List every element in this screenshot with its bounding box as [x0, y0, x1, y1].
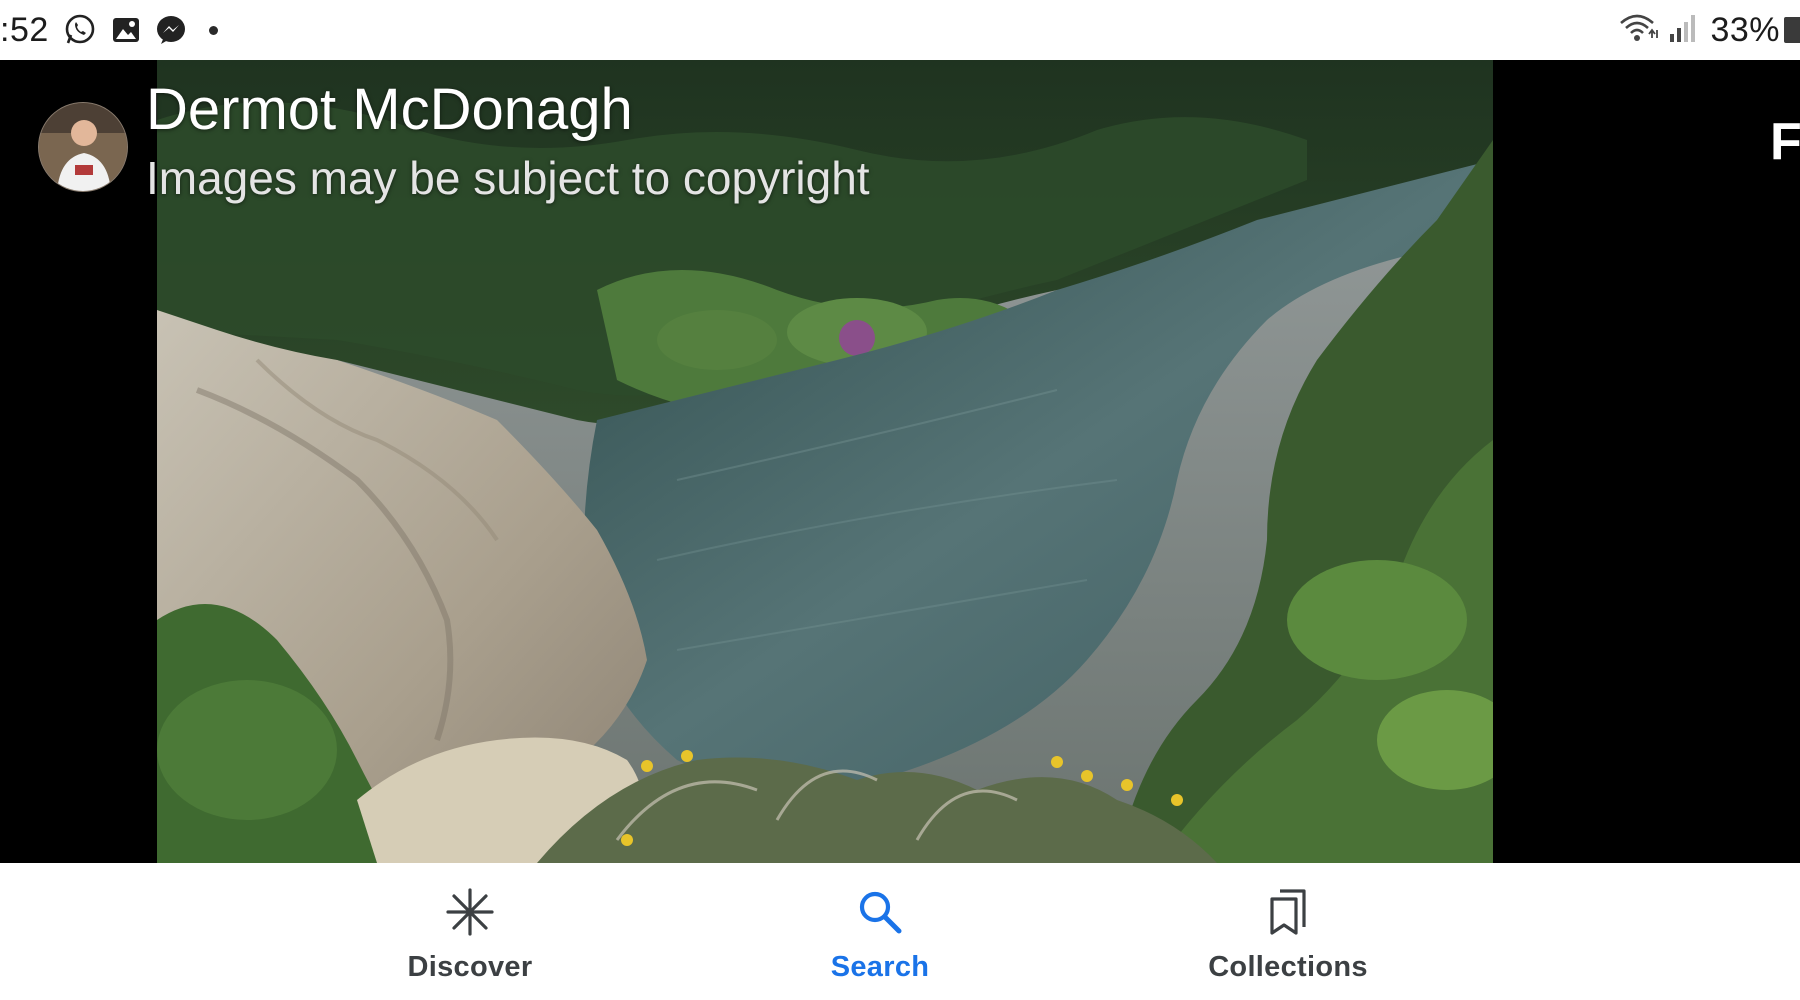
- author-name[interactable]: Dermot McDonagh: [146, 72, 870, 148]
- bottom-navigation: Discover Search Collections: [0, 863, 1800, 1000]
- bookmarks-icon: [1266, 885, 1310, 939]
- nav-discover[interactable]: Discover: [350, 885, 590, 985]
- status-left: :52: [0, 0, 218, 60]
- gallery-icon: [111, 15, 141, 45]
- truncated-edge-label: F: [1770, 113, 1800, 171]
- nav-search-label: Search: [830, 951, 930, 983]
- status-time: :52: [0, 10, 49, 49]
- search-icon: [857, 885, 903, 939]
- nav-search[interactable]: Search: [760, 885, 1000, 985]
- asterisk-icon: [445, 885, 495, 939]
- messenger-icon: [155, 14, 187, 46]
- signal-icon: [1660, 12, 1698, 49]
- image-viewer[interactable]: Dermot McDonagh Images may be subject to…: [0, 60, 1800, 863]
- author-avatar[interactable]: [38, 102, 128, 192]
- status-bar: :52 33%: [0, 0, 1800, 60]
- photo-attribution[interactable]: Dermot McDonagh Images may be subject to…: [38, 72, 870, 208]
- notification-dot-icon: [208, 25, 218, 35]
- battery-percent: 33%: [1710, 10, 1780, 49]
- attribution-text: Dermot McDonagh Images may be subject to…: [146, 72, 870, 208]
- nav-collections[interactable]: Collections: [1168, 885, 1408, 985]
- whatsapp-icon: [63, 13, 97, 47]
- nav-discover-label: Discover: [407, 951, 533, 983]
- copyright-note: Images may be subject to copyright: [146, 152, 870, 204]
- nav-collections-label: Collections: [1208, 951, 1368, 983]
- battery-icon: [1784, 17, 1800, 43]
- status-right: 33%: [1610, 0, 1800, 60]
- wifi-icon: [1610, 12, 1660, 49]
